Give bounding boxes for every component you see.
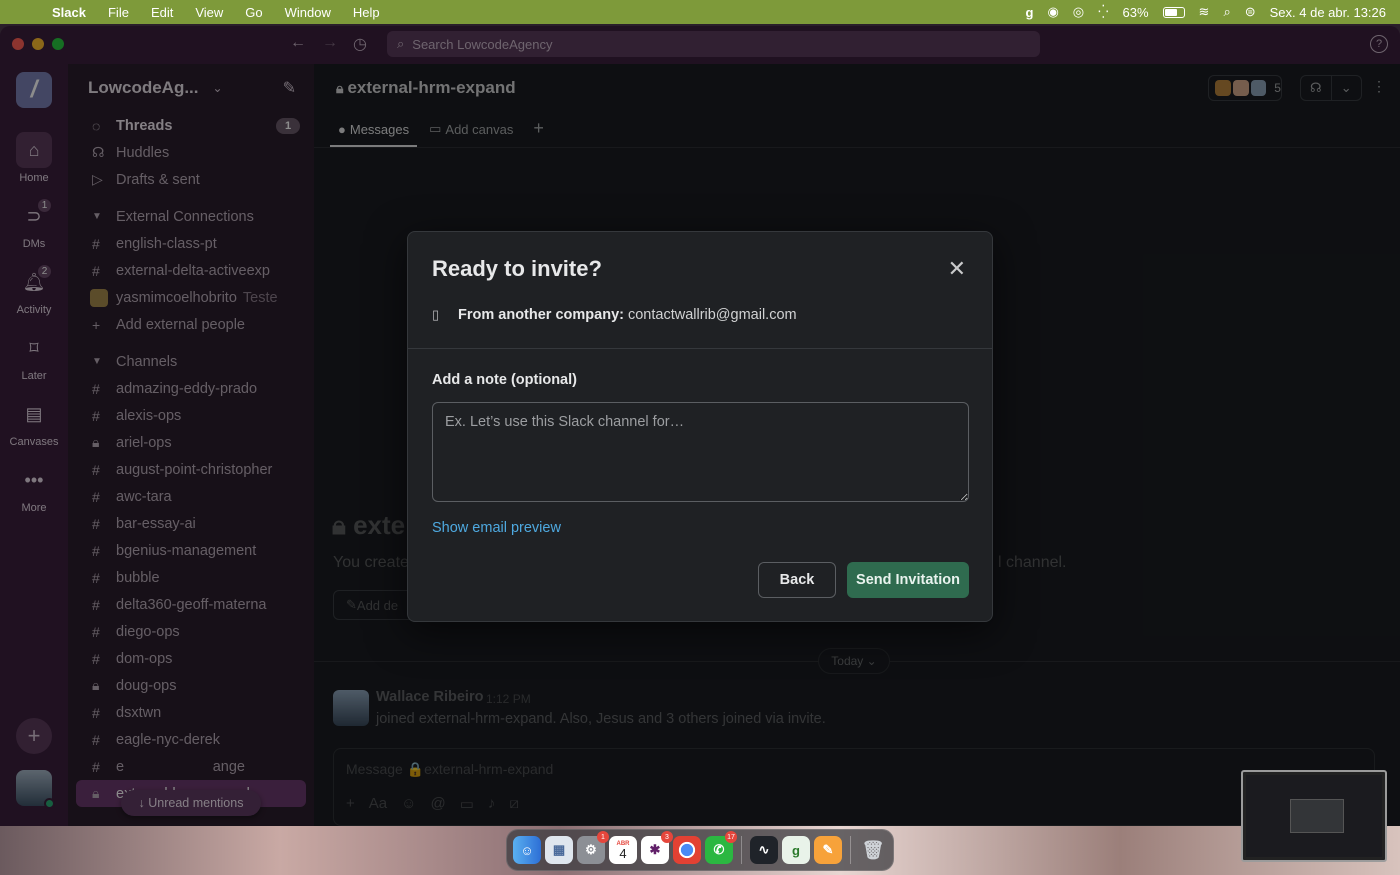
- slack-window: ← → ◷ ⌕ Search LowcodeAgency ? / ⌂ Home …: [0, 26, 1400, 826]
- pages-icon[interactable]: ✎: [814, 836, 842, 864]
- finder-icon[interactable]: ☺: [513, 836, 541, 864]
- note-label: Add a note (optional): [432, 372, 577, 388]
- note-textarea[interactable]: [432, 402, 969, 502]
- system-settings-icon[interactable]: ⚙ 1: [577, 831, 609, 864]
- spotlight-search-icon[interactable]: ⌕: [1223, 4, 1230, 20]
- whatsapp-icon[interactable]: ✆ 17: [705, 831, 737, 864]
- control-center-icon[interactable]: ⊜: [1245, 4, 1256, 20]
- wifi-icon[interactable]: ≋: [1199, 4, 1210, 20]
- calendar-icon[interactable]: ABR 4: [609, 836, 637, 864]
- slack-icon[interactable]: ✱ 3: [641, 831, 673, 864]
- menu-edit[interactable]: Edit: [151, 5, 173, 20]
- battery-percent: 63%: [1122, 4, 1149, 20]
- modal-divider: [408, 348, 992, 349]
- menu-help[interactable]: Help: [353, 5, 380, 20]
- send-invitation-button[interactable]: Send Invitation: [847, 562, 969, 598]
- menu-file[interactable]: File: [108, 5, 129, 20]
- menu-window[interactable]: Window: [285, 5, 331, 20]
- g-circle-icon[interactable]: ◉: [1047, 4, 1058, 20]
- chrome-icon[interactable]: [673, 836, 701, 864]
- menu-view[interactable]: View: [195, 5, 223, 20]
- launchpad-icon[interactable]: ▦: [545, 836, 573, 864]
- grammarly-icon[interactable]: g: [1025, 5, 1033, 20]
- grammarly-app-icon[interactable]: g: [782, 836, 810, 864]
- battery-icon[interactable]: [1162, 6, 1185, 18]
- screenshot-thumbnail-preview[interactable]: [1241, 770, 1387, 862]
- menubar-datetime[interactable]: Sex. 4 de abr. 13:26: [1270, 5, 1386, 20]
- menubar-status-area: g ◉ ◎ ⁛ 63% ≋ ⌕ ⊜ Sex. 4 de abr. 13:26: [1025, 0, 1386, 24]
- modal-title: Ready to invite?: [432, 256, 602, 281]
- calendar-day: 4: [619, 845, 627, 861]
- from-email: contactwallrib@gmail.com: [627, 307, 797, 323]
- activity-monitor-icon[interactable]: ∿: [750, 836, 778, 864]
- close-icon[interactable]: ✕: [948, 258, 966, 280]
- dots-icon[interactable]: ⁛: [1098, 4, 1108, 20]
- airdrop-icon[interactable]: ◎: [1073, 4, 1084, 20]
- macos-menubar: Slack File Edit View Go Window Help g ◉ …: [0, 0, 1400, 24]
- building-icon: ▯: [432, 307, 440, 322]
- macos-dock: ☺ ▦ ⚙ 1 ABR 4 ✱ 3 ✆ 17 ∿ g ✎ 🗑︎: [506, 829, 894, 871]
- show-email-preview-link[interactable]: Show email preview: [432, 520, 561, 536]
- back-button[interactable]: Back: [758, 562, 836, 598]
- menu-app-name[interactable]: Slack: [52, 5, 86, 20]
- from-label: From another company:: [458, 307, 624, 323]
- invite-recipient: ▯ From another company: contactwallrib@g…: [432, 307, 797, 323]
- menu-go[interactable]: Go: [245, 5, 262, 20]
- trash-icon[interactable]: 🗑︎: [859, 836, 887, 864]
- invite-modal: Ready to invite? ✕ ▯ From another compan…: [407, 231, 993, 622]
